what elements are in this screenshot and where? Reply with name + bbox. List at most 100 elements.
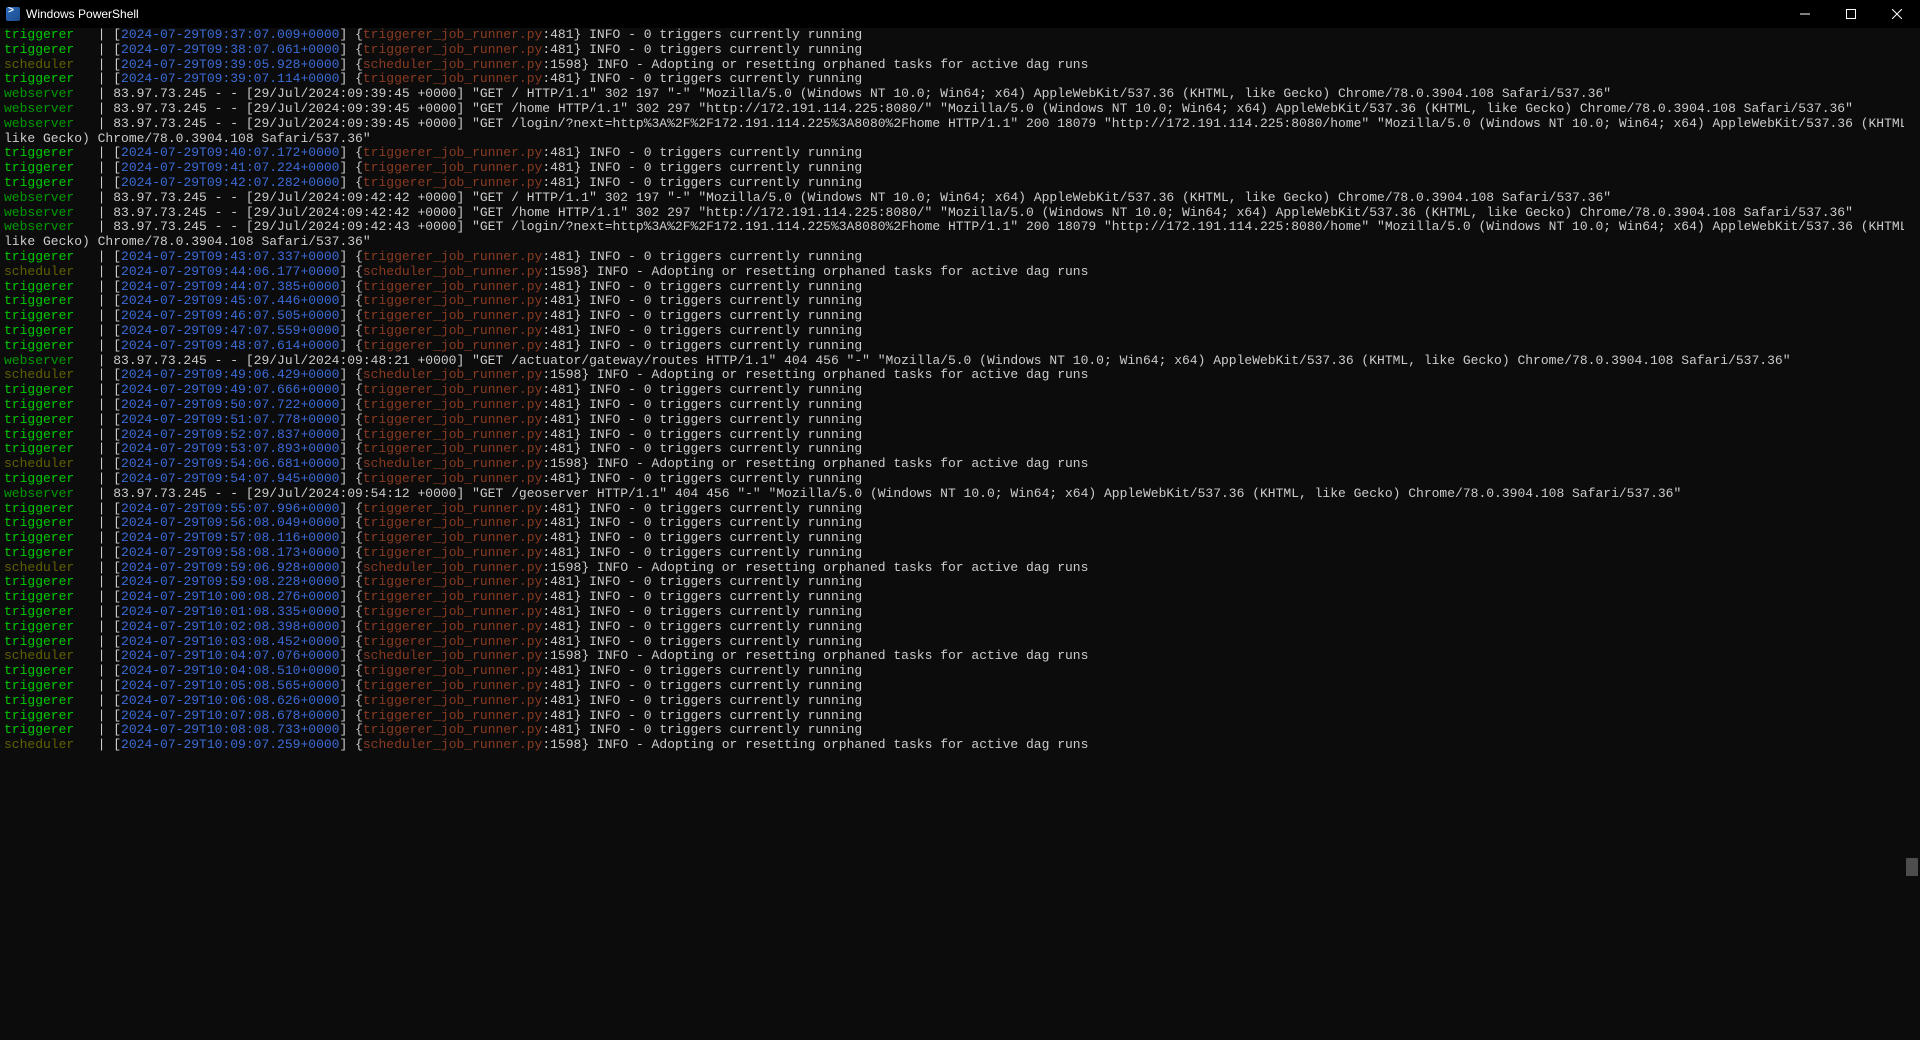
minimize-button[interactable] — [1782, 0, 1828, 28]
log-sep: | [ — [82, 737, 121, 752]
log-line: triggerer | [2024-07-29T10:08:08.733+000… — [4, 723, 1916, 738]
log-timestamp: 2024-07-29T09:44:06.177+0000 — [121, 264, 339, 279]
log-source-file: scheduler_job_runner.py — [363, 57, 542, 72]
log-message: 481} INFO - 0 triggers currently running — [550, 471, 862, 486]
log-sep: ] { — [339, 323, 362, 338]
log-source-file: triggerer_job_runner.py — [363, 515, 542, 530]
terminal-output[interactable]: triggerer | [2024-07-29T09:37:07.009+000… — [0, 28, 1920, 1040]
log-line: triggerer | [2024-07-29T09:39:07.114+000… — [4, 72, 1916, 87]
log-line: webserver | 83.97.73.245 - - [29/Jul/202… — [4, 117, 1916, 147]
log-service: triggerer — [4, 382, 82, 397]
log-sep: : — [542, 145, 550, 160]
log-line: scheduler | [2024-07-29T09:44:06.177+000… — [4, 265, 1916, 280]
log-service: webserver — [4, 190, 82, 205]
log-service: triggerer — [4, 28, 82, 42]
window-titlebar[interactable]: Windows PowerShell — [0, 0, 1920, 28]
log-source-file: triggerer_job_runner.py — [363, 28, 542, 42]
log-sep: : — [542, 323, 550, 338]
log-line: scheduler | [2024-07-29T09:49:06.429+000… — [4, 368, 1916, 383]
log-source-file: triggerer_job_runner.py — [363, 471, 542, 486]
log-sep: | [ — [82, 574, 121, 589]
log-sep: ] { — [339, 456, 362, 471]
log-sep: ] { — [339, 634, 362, 649]
log-line: triggerer | [2024-07-29T09:46:07.505+000… — [4, 309, 1916, 324]
log-timestamp: 2024-07-29T09:49:06.429+0000 — [121, 367, 339, 382]
log-line: webserver | 83.97.73.245 - - [29/Jul/202… — [4, 206, 1916, 221]
log-message: 481} INFO - 0 triggers currently running — [550, 619, 862, 634]
log-line: triggerer | [2024-07-29T09:56:08.049+000… — [4, 516, 1916, 531]
log-sep: | [ — [82, 441, 121, 456]
log-sep: : — [542, 648, 550, 663]
log-sep: : — [542, 574, 550, 589]
log-service: triggerer — [4, 412, 82, 427]
log-source-file: triggerer_job_runner.py — [363, 530, 542, 545]
log-line: triggerer | [2024-07-29T10:07:08.678+000… — [4, 709, 1916, 724]
log-sep: : — [542, 427, 550, 442]
log-service: triggerer — [4, 279, 82, 294]
log-service: triggerer — [4, 589, 82, 604]
log-body: | 83.97.73.245 - - [29/Jul/2024:09:42:42… — [82, 190, 1611, 205]
log-service: scheduler — [4, 737, 82, 752]
log-service: triggerer — [4, 42, 82, 57]
close-button[interactable] — [1874, 0, 1920, 28]
log-message: 481} INFO - 0 triggers currently running — [550, 338, 862, 353]
scrollbar-track[interactable] — [1904, 28, 1920, 1040]
log-sep: | [ — [82, 175, 121, 190]
log-sep: ] { — [339, 338, 362, 353]
log-timestamp: 2024-07-29T09:43:07.337+0000 — [121, 249, 339, 264]
log-message: 481} INFO - 0 triggers currently running — [550, 323, 862, 338]
log-sep: : — [542, 308, 550, 323]
log-source-file: triggerer_job_runner.py — [363, 412, 542, 427]
log-sep: | [ — [82, 412, 121, 427]
log-source-file: triggerer_job_runner.py — [363, 693, 542, 708]
log-service: triggerer — [4, 515, 82, 530]
log-line: triggerer | [2024-07-29T09:38:07.061+000… — [4, 43, 1916, 58]
log-body: | 83.97.73.245 - - [29/Jul/2024:09:39:45… — [82, 101, 1853, 116]
log-service: triggerer — [4, 145, 82, 160]
log-line: scheduler | [2024-07-29T10:04:07.076+000… — [4, 649, 1916, 664]
log-service: triggerer — [4, 722, 82, 737]
log-sep: ] { — [339, 560, 362, 575]
log-timestamp: 2024-07-29T10:06:08.626+0000 — [121, 693, 339, 708]
log-source-file: triggerer_job_runner.py — [363, 427, 542, 442]
log-sep: : — [542, 456, 550, 471]
log-sep: : — [542, 737, 550, 752]
log-service: triggerer — [4, 471, 82, 486]
log-sep: ] { — [339, 501, 362, 516]
log-timestamp: 2024-07-29T09:57:08.116+0000 — [121, 530, 339, 545]
log-sep: | [ — [82, 634, 121, 649]
log-source-file: triggerer_job_runner.py — [363, 619, 542, 634]
log-source-file: triggerer_job_runner.py — [363, 382, 542, 397]
window-controls — [1782, 0, 1920, 28]
log-timestamp: 2024-07-29T09:44:07.385+0000 — [121, 279, 339, 294]
maximize-button[interactable] — [1828, 0, 1874, 28]
log-service: scheduler — [4, 57, 82, 72]
scrollbar-thumb[interactable] — [1906, 858, 1918, 876]
log-sep: ] { — [339, 160, 362, 175]
log-sep: : — [542, 693, 550, 708]
log-message: 481} INFO - 0 triggers currently running — [550, 441, 862, 456]
log-line: triggerer | [2024-07-29T10:06:08.626+000… — [4, 694, 1916, 709]
log-service: webserver — [4, 116, 82, 131]
log-line: scheduler | [2024-07-29T09:54:06.681+000… — [4, 457, 1916, 472]
log-sep: ] { — [339, 279, 362, 294]
log-message: 481} INFO - 0 triggers currently running — [550, 382, 862, 397]
log-message: 481} INFO - 0 triggers currently running — [550, 145, 862, 160]
log-sep: | [ — [82, 693, 121, 708]
log-sep: | [ — [82, 323, 121, 338]
log-sep: ] { — [339, 397, 362, 412]
log-message: 481} INFO - 0 triggers currently running — [550, 722, 862, 737]
log-body: | 83.97.73.245 - - [29/Jul/2024:09:42:42… — [82, 205, 1853, 220]
log-timestamp: 2024-07-29T10:09:07.259+0000 — [121, 737, 339, 752]
log-message: 481} INFO - 0 triggers currently running — [550, 634, 862, 649]
log-sep: | [ — [82, 471, 121, 486]
log-sep: | [ — [82, 456, 121, 471]
log-source-file: triggerer_job_runner.py — [363, 604, 542, 619]
log-sep: | [ — [82, 648, 121, 663]
log-source-file: triggerer_job_runner.py — [363, 634, 542, 649]
log-source-file: triggerer_job_runner.py — [363, 663, 542, 678]
log-service: triggerer — [4, 397, 82, 412]
log-message: 1598} INFO - Adopting or resetting orpha… — [550, 57, 1088, 72]
log-sep: : — [542, 57, 550, 72]
log-line: triggerer | [2024-07-29T09:58:08.173+000… — [4, 546, 1916, 561]
